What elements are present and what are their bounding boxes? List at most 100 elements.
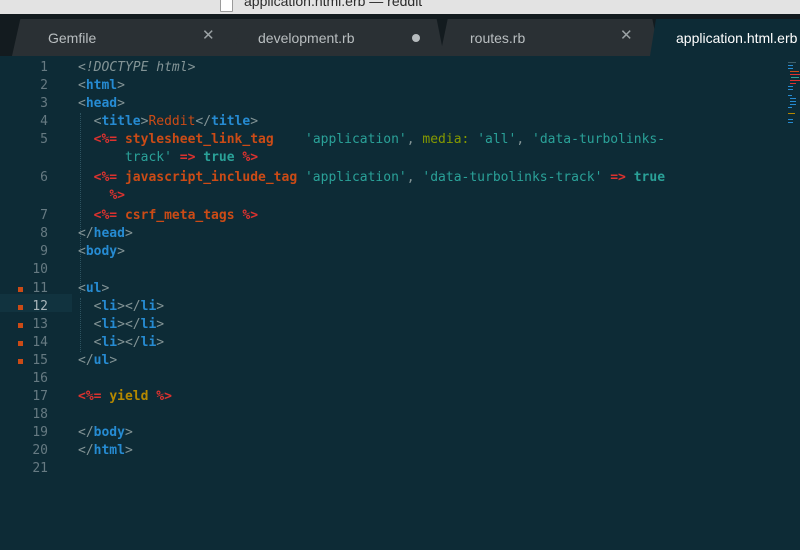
- window-titlebar: application.html.erb — reddit: [0, 0, 800, 14]
- code-line-1: <!DOCTYPE html>: [78, 59, 195, 77]
- code-line-4: <title>Reddit</title>: [93, 114, 259, 129]
- close-icon[interactable]: ✕: [202, 28, 215, 44]
- line-number: 6: [40, 170, 48, 185]
- tab-routes-rb[interactable]: routes.rb ✕: [440, 19, 660, 56]
- code-line-14: <li></li>: [93, 335, 165, 350]
- erb-open-token: <%=: [93, 170, 118, 185]
- string-token: 'data-turbolinks-: [532, 132, 666, 147]
- tag-token: ul: [93, 353, 110, 368]
- window-title: application.html.erb — reddit: [244, 0, 423, 9]
- tag-token: html: [85, 78, 118, 93]
- code-area[interactable]: <!DOCTYPE html> <html> <head> <title>Red…: [78, 56, 800, 550]
- comma-token: ,: [406, 170, 415, 185]
- line-number: 21: [32, 461, 48, 476]
- tag-token: title: [101, 114, 141, 129]
- tab-bar: Gemfile ✕ development.rb routes.rb ✕ app…: [0, 14, 800, 56]
- tab-label: routes.rb: [470, 30, 526, 46]
- tag-token: li: [101, 335, 118, 350]
- code-line-7: <%= csrf_meta_tags %>: [78, 207, 258, 225]
- line-number: 19: [32, 425, 48, 440]
- line-number: 10: [32, 262, 48, 277]
- modified-line-marker: [18, 287, 23, 292]
- erb-open-token: <%=: [93, 132, 118, 147]
- code-line-5: <%= stylesheet_link_tag 'application', m…: [78, 131, 665, 149]
- modified-line-marker: [18, 305, 23, 310]
- code-line-11: <ul>: [78, 281, 110, 296]
- tag-token: title: [211, 114, 251, 129]
- title-text-token: Reddit: [148, 114, 196, 129]
- unsaved-dot-icon[interactable]: [412, 34, 420, 42]
- line-number: 17: [32, 389, 48, 404]
- arrow-token: =>: [179, 150, 196, 165]
- tag-token: head: [93, 226, 125, 241]
- line-number: 11: [32, 281, 48, 296]
- symbol-token: media:: [422, 132, 470, 147]
- line-number: 8: [40, 226, 48, 241]
- modified-line-marker: [18, 323, 23, 328]
- tag-token: body: [93, 425, 125, 440]
- tag-token: li: [101, 317, 118, 332]
- line-number: 9: [40, 244, 48, 259]
- erb-close-token: %>: [242, 208, 259, 223]
- tag-token: head: [85, 96, 118, 111]
- tab-gemfile[interactable]: Gemfile ✕: [12, 19, 250, 56]
- tag-token: html: [93, 443, 125, 458]
- line-number: 7: [40, 208, 48, 223]
- code-editor[interactable]: 1 2 3 4 5 6 7 8 9 10 11 12 13 14 15 16 1…: [0, 56, 800, 550]
- code-line-15: </ul>: [78, 353, 118, 368]
- code-line-19: </body>: [78, 425, 133, 440]
- tag-token: li: [140, 335, 157, 350]
- code-line-6: <%= javascript_include_tag 'application'…: [78, 169, 665, 187]
- line-number: 5: [40, 132, 48, 147]
- string-token: 'application': [305, 132, 407, 147]
- comma-token: ,: [406, 132, 415, 147]
- code-line-8: </head>: [78, 226, 133, 241]
- erb-close-token: %>: [242, 150, 259, 165]
- line-number: 16: [32, 371, 48, 386]
- tab-label: application.html.erb: [676, 30, 798, 46]
- true-token: true: [633, 170, 666, 185]
- code-line-2: <html>: [78, 78, 125, 93]
- line-number: 20: [32, 443, 48, 458]
- code-line-6-wrap: %>: [78, 187, 125, 205]
- arrow-token: =>: [610, 170, 626, 185]
- tab-label: Gemfile: [48, 30, 97, 46]
- tab-development-rb[interactable]: development.rb: [234, 19, 444, 56]
- tag-token: body: [85, 244, 118, 259]
- line-number: 15: [32, 353, 48, 368]
- doctype-token: <!DOCTYPE html>: [78, 60, 196, 75]
- line-number: 18: [32, 407, 48, 422]
- string-token: 'data-turbolinks-track': [422, 170, 603, 185]
- yield-token: yield: [109, 389, 149, 404]
- close-icon[interactable]: ✕: [620, 28, 633, 44]
- tag-token: ul: [85, 281, 102, 296]
- string-token: 'application': [304, 170, 407, 185]
- tab-application-html-erb[interactable]: application.html.erb: [650, 19, 800, 56]
- line-number: 1: [40, 60, 48, 75]
- modified-line-marker: [18, 359, 23, 364]
- code-line-5-wrap: track' => true %>: [78, 149, 258, 167]
- method-token: csrf_meta_tags: [124, 208, 235, 223]
- method-token: stylesheet_link_tag: [124, 132, 274, 147]
- code-line-20: </html>: [78, 443, 133, 458]
- method-token: javascript_include_tag: [124, 170, 298, 185]
- comma-token: ,: [516, 132, 525, 147]
- line-number: 14: [32, 335, 48, 350]
- erb-close-token: %>: [156, 389, 172, 404]
- erb-close-token: %>: [109, 188, 125, 203]
- modified-line-marker: [18, 341, 23, 346]
- line-number: 2: [40, 78, 48, 93]
- line-number-gutter: 1 2 3 4 5 6 7 8 9 10 11 12 13 14 15 16 1…: [0, 56, 70, 550]
- code-line-12: <li></li>: [93, 299, 165, 314]
- tag-token: li: [101, 299, 118, 314]
- code-line-13: <li></li>: [93, 317, 165, 332]
- string-token: track': [124, 150, 172, 165]
- code-line-9: <body>: [78, 244, 125, 259]
- line-number: 4: [40, 114, 48, 129]
- line-number: 13: [32, 317, 48, 332]
- erb-open-token: <%=: [78, 389, 102, 404]
- tag-token: li: [140, 317, 157, 332]
- string-token: 'all': [477, 132, 517, 147]
- minimap[interactable]: [786, 56, 800, 176]
- true-token: true: [203, 150, 235, 165]
